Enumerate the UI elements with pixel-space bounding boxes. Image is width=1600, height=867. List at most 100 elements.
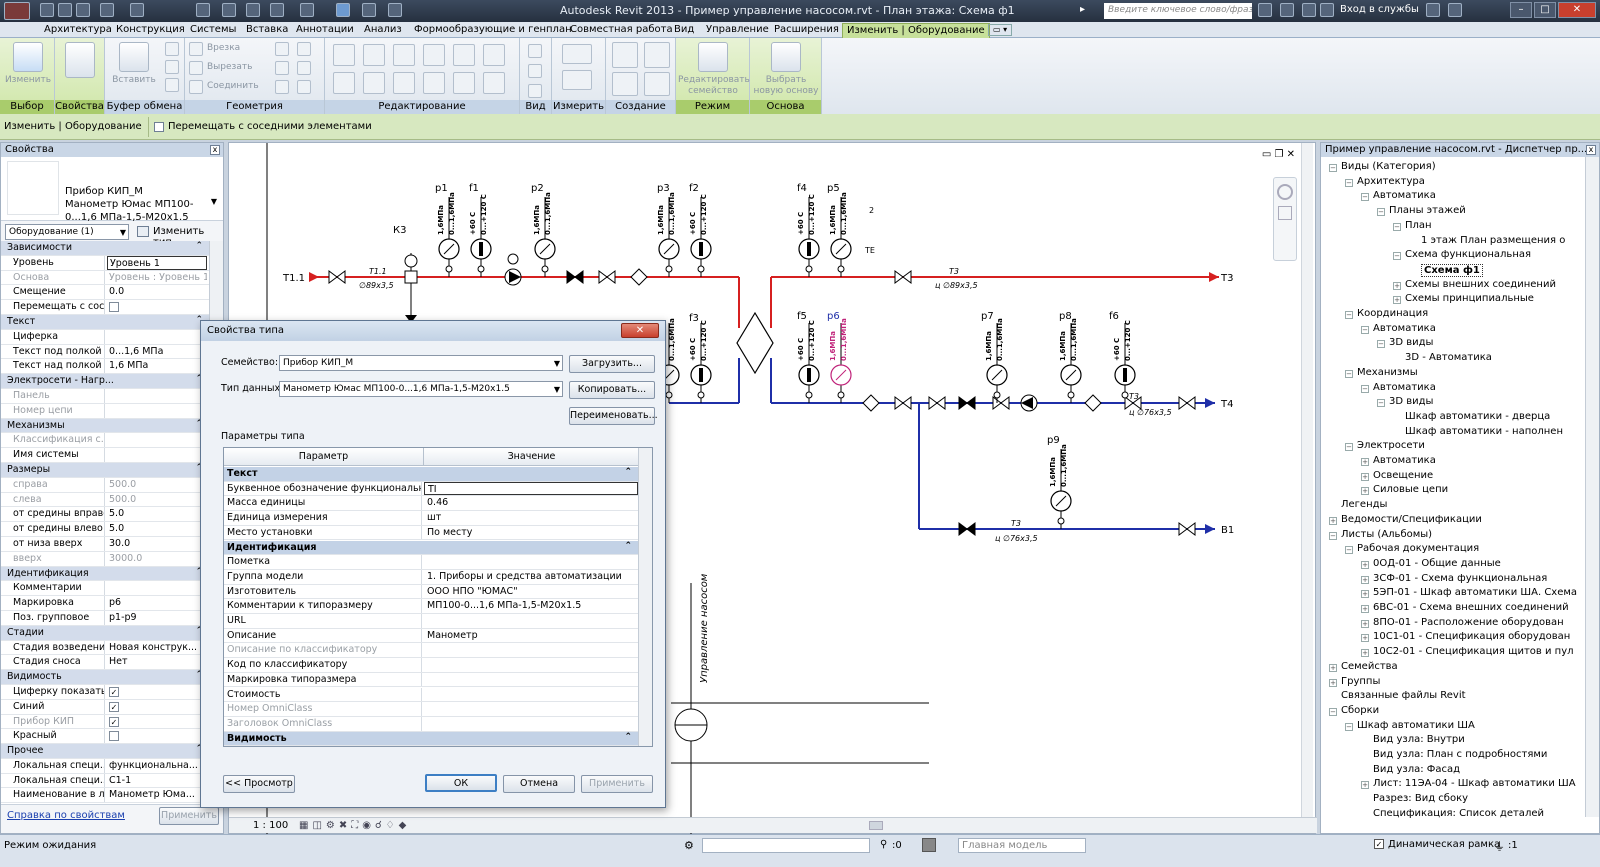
collapse-icon[interactable]: − xyxy=(1329,531,1337,540)
property-group[interactable]: Электросети - Нагр...⌃ xyxy=(1,374,223,389)
browser-item[interactable]: Архитектура xyxy=(1357,176,1425,187)
tab-manage[interactable]: Управление xyxy=(702,23,773,38)
mirror-axis-icon[interactable] xyxy=(393,44,415,66)
copy-elements-icon[interactable] xyxy=(363,72,385,94)
property-group[interactable]: Идентификация⌃ xyxy=(1,566,223,582)
parameter-value[interactable]: ООО НПО "ЮМАС" xyxy=(424,585,638,599)
close-hidden-icon[interactable] xyxy=(362,3,376,17)
collapse-icon[interactable]: − xyxy=(1345,546,1353,555)
browser-item[interactable]: 3D - Автоматика xyxy=(1405,352,1492,363)
property-value[interactable]: 1,6 МПа xyxy=(107,359,207,373)
property-value[interactable] xyxy=(107,389,207,403)
thin-lines-icon[interactable] xyxy=(336,3,350,17)
parameter-value[interactable]: МП100-0...1,6 МПа-1,5-М20х1.5 xyxy=(424,599,638,613)
expand-icon[interactable]: + xyxy=(1361,605,1369,613)
tab-insert[interactable]: Вставка xyxy=(242,23,292,38)
property-row[interactable]: Номер цепи xyxy=(1,403,223,419)
move-with-nearby-checkbox[interactable] xyxy=(154,122,164,132)
parameter-row[interactable]: Масса единицы 0.46 xyxy=(224,496,638,512)
browser-scrollbar[interactable] xyxy=(1585,157,1599,817)
create-assembly-icon[interactable] xyxy=(612,42,638,68)
instance-filter-select[interactable]: Оборудование (1) ▼ xyxy=(5,224,129,240)
browser-item[interactable]: Связанные файлы Revit xyxy=(1341,690,1466,701)
collapse-icon[interactable]: − xyxy=(1345,722,1353,731)
lightbulb-icon[interactable] xyxy=(528,44,542,58)
browser-item[interactable]: Шкаф автоматики - дверца xyxy=(1405,411,1550,422)
property-value[interactable]: 3000.0 xyxy=(107,552,207,566)
horizontal-scroll-thumb[interactable] xyxy=(869,821,883,830)
property-row[interactable]: Основа Уровень : Уровень 1 xyxy=(1,270,223,286)
browser-item[interactable]: 10С1-01 - Спецификация оборудован xyxy=(1373,631,1570,642)
browser-item[interactable]: Группы xyxy=(1341,676,1380,687)
property-row[interactable]: Имя системы xyxy=(1,448,223,463)
property-row[interactable]: Стадия сноса Нет xyxy=(1,655,223,671)
parameter-row[interactable]: Маркировка типоразмера xyxy=(224,672,638,688)
browser-item[interactable]: Координация xyxy=(1357,308,1428,319)
binoculars-icon[interactable] xyxy=(1258,3,1272,17)
property-value[interactable]: Манометр Юма... xyxy=(107,788,207,802)
property-value[interactable]: 0.0 xyxy=(107,285,207,299)
collapse-icon[interactable]: − xyxy=(1345,369,1353,378)
demolish-icon[interactable] xyxy=(297,42,311,56)
parameter-value[interactable]: Манометр xyxy=(424,629,638,643)
browser-item[interactable]: Автоматика xyxy=(1373,455,1436,466)
property-row[interactable]: Синий ✓ xyxy=(1,699,223,715)
browser-item[interactable]: Спецификация: Список деталей xyxy=(1373,808,1544,819)
switch-windows-icon[interactable] xyxy=(388,3,402,17)
thermometer-icon[interactable]: +60 С 0...+120 С xyxy=(469,194,492,277)
tab-systems[interactable]: Системы xyxy=(186,23,240,38)
expand-icon[interactable]: + xyxy=(1393,296,1401,305)
property-row[interactable]: Локальная специ... функциональна... xyxy=(1,758,223,774)
expand-icon[interactable]: + xyxy=(1361,487,1369,496)
move-icon[interactable] xyxy=(333,72,355,94)
duplicate-button[interactable]: Копировать... xyxy=(569,381,655,399)
collapse-icon[interactable]: − xyxy=(1329,164,1337,172)
parameter-value[interactable]: 0.46 xyxy=(424,496,638,510)
trim-icon[interactable] xyxy=(423,72,445,94)
collapse-icon[interactable]: − xyxy=(1329,707,1337,716)
tab-addins[interactable]: Расширения xyxy=(770,23,843,38)
property-value[interactable]: Уровень : Уровень 1 xyxy=(107,271,207,285)
undo-icon[interactable] xyxy=(100,3,114,17)
property-group[interactable]: Размеры⌃ xyxy=(1,462,223,478)
collapse-icon[interactable]: − xyxy=(1361,193,1369,202)
browser-item[interactable]: 3D виды xyxy=(1389,396,1433,407)
parameter-row[interactable]: Группа модели 1. Приборы и средства автом… xyxy=(224,569,638,585)
thermometer-icon[interactable]: +60 С 0...+120 С xyxy=(689,194,712,277)
expand-icon[interactable]: + xyxy=(1361,472,1369,481)
browser-item[interactable]: Рабочая документация xyxy=(1357,543,1479,554)
collapse-icon[interactable]: − xyxy=(1345,443,1353,452)
browser-item[interactable]: Планы этажей xyxy=(1389,205,1466,216)
property-row[interactable]: от средины влево 5.0 xyxy=(1,522,223,537)
parameter-group[interactable]: Идентификация ⌃ xyxy=(224,540,638,556)
browser-item[interactable]: Механизмы xyxy=(1357,367,1418,378)
subscription-icon[interactable] xyxy=(1280,3,1294,17)
parameter-row[interactable]: Пометка xyxy=(224,555,638,570)
property-row[interactable]: Уровень Уровень 1 xyxy=(1,255,223,271)
pressure-gauge-icon[interactable]: 1,6МПа0...1,6МПа xyxy=(437,192,460,277)
offset-icon[interactable] xyxy=(363,44,385,66)
browser-item[interactable]: Схемы принципиальные xyxy=(1405,293,1534,304)
browser-item[interactable]: Шкаф автоматики ША xyxy=(1357,720,1475,731)
tab-analyze[interactable]: Анализ xyxy=(360,23,406,38)
section-icon[interactable] xyxy=(300,3,314,17)
sync-icon[interactable] xyxy=(76,3,90,17)
favorites-icon[interactable] xyxy=(1320,3,1334,17)
aligned-dimension-icon[interactable] xyxy=(562,70,592,90)
property-row[interactable]: Классификация с... xyxy=(1,433,223,449)
app-menu-button[interactable] xyxy=(4,2,30,20)
collapse-icon[interactable]: − xyxy=(1345,311,1353,319)
type-select[interactable]: Манометр Юмас МП100-0...1,6 МПа-1,5-М20х… xyxy=(279,381,563,397)
property-value[interactable] xyxy=(107,433,207,447)
design-options-icon[interactable] xyxy=(922,838,936,852)
type-selector[interactable]: Прибор КИП_М Манометр Юмас МП100-0...1,6… xyxy=(1,157,223,223)
collapse-icon[interactable]: ⌃ xyxy=(624,732,632,742)
parameter-value[interactable] xyxy=(424,688,638,702)
property-value[interactable]: p1-p9 xyxy=(107,611,207,625)
property-row[interactable]: от низа вверх 30.0 xyxy=(1,536,223,552)
tab-architecture[interactable]: Архитектура xyxy=(40,23,116,38)
modify-button[interactable]: Изменить xyxy=(4,42,52,85)
property-group[interactable]: Видимость⌃ xyxy=(1,670,223,685)
dynamic-frame-checkbox[interactable]: ✓ xyxy=(1374,839,1384,849)
properties-apply-button[interactable]: Применить xyxy=(159,807,219,825)
